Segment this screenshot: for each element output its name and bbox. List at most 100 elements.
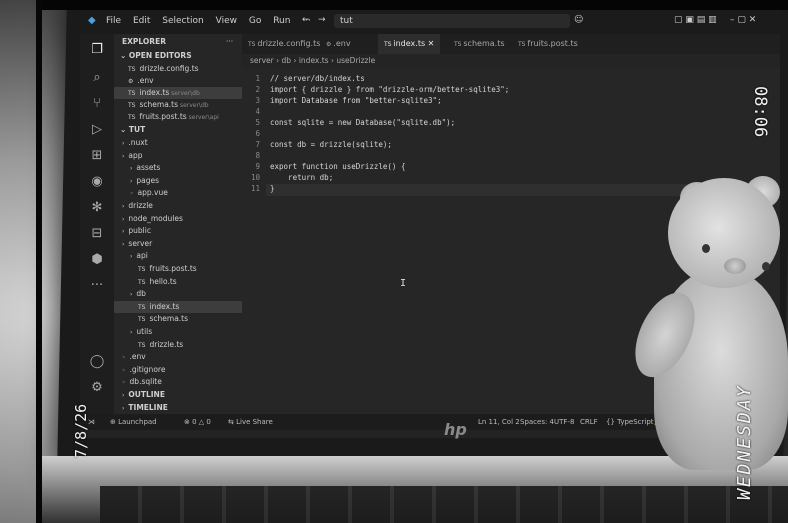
- tree-item[interactable]: › drizzle: [114, 200, 250, 212]
- language-label: TypeScript: [617, 418, 654, 426]
- search-icon[interactable]: ⌕: [89, 70, 105, 86]
- open-editor-name: .env: [137, 76, 154, 85]
- tree-item-name: .gitignore: [129, 364, 166, 374]
- tree-item[interactable]: › utils: [114, 326, 258, 338]
- open-editor-item[interactable]: TS schema.ts server\db: [114, 99, 256, 111]
- command-search-box[interactable]: tut: [334, 14, 570, 28]
- editor-tab[interactable]: ⚙ .env: [320, 34, 357, 54]
- gear-cog-icon[interactable]: ✻: [89, 200, 105, 216]
- extensions-icon[interactable]: ⊞: [89, 148, 105, 164]
- cursor-position[interactable]: Ln 11, Col 2: [478, 414, 520, 430]
- typescript-file-icon: TS: [518, 41, 528, 48]
- menu-bar: File Edit Selection View Go Run ···: [106, 16, 320, 26]
- explorer-files-icon[interactable]: ❐: [89, 42, 105, 58]
- back-arrow-icon[interactable]: ←: [302, 15, 310, 25]
- tree-item[interactable]: ◦ .gitignore: [114, 364, 250, 376]
- typescript-file-icon: TS: [128, 102, 136, 109]
- tree-item[interactable]: › server: [114, 238, 250, 250]
- teddy-bear-head: [668, 178, 780, 288]
- tree-item-name: app.vue: [137, 188, 168, 198]
- tree-item[interactable]: › node_modules: [114, 213, 250, 225]
- line-ending[interactable]: CRLF: [580, 414, 598, 430]
- source-control-icon[interactable]: ⑂: [89, 96, 105, 112]
- tree-item[interactable]: › db: [114, 288, 258, 300]
- errors-count: 0: [192, 418, 197, 426]
- file-icon: TS: [138, 341, 146, 349]
- tree-item[interactable]: ◦ .env: [114, 351, 250, 363]
- typescript-file-icon: TS: [384, 41, 394, 48]
- tree-item-name: server: [128, 238, 153, 248]
- open-editor-path: server\db: [169, 90, 200, 97]
- open-editor-item[interactable]: TS drizzle.config.ts: [114, 63, 256, 75]
- copilot-icon[interactable]: ☺: [574, 15, 583, 25]
- menu-run[interactable]: Run: [273, 16, 290, 26]
- code-line: export function useDrizzle() {: [270, 162, 406, 171]
- blackbox-icon[interactable]: ⬢: [89, 252, 105, 268]
- tree-item[interactable]: › app: [114, 150, 250, 162]
- github-icon[interactable]: ◉: [89, 174, 105, 190]
- folder-chevron-icon: ›: [130, 291, 133, 299]
- project-title: TUT: [128, 125, 146, 134]
- line-number: 8: [255, 151, 260, 160]
- tree-item[interactable]: ◦ app.vue: [114, 187, 258, 199]
- sidebar-section-header[interactable]: › OUTLINE: [114, 389, 250, 401]
- live-share-item[interactable]: ⇆ Live Share: [228, 414, 273, 430]
- breadcrumb-3[interactable]: useDrizzle: [336, 56, 375, 65]
- editor-tab[interactable]: TS fruits.post.ts: [512, 34, 584, 54]
- tree-item[interactable]: › pages: [114, 175, 258, 187]
- menu-go[interactable]: Go: [249, 16, 261, 26]
- open-editor-name: schema.ts: [139, 100, 179, 109]
- editor-tab[interactable]: TS schema.ts: [448, 34, 511, 54]
- account-icon[interactable]: ◯: [89, 354, 105, 370]
- layout-panels-icon[interactable]: ▢ ▣ ▤ ▥: [674, 15, 717, 25]
- keyboard: [100, 486, 788, 523]
- explorer-more-icon[interactable]: ···: [226, 36, 240, 48]
- window-controls-icon[interactable]: – ▢ ✕: [730, 15, 756, 25]
- editor-tab[interactable]: TS drizzle.config.ts: [242, 34, 326, 54]
- open-editors-header[interactable]: ⌄ OPEN EDITORS: [120, 50, 248, 62]
- section-chevron-icon: ›: [122, 404, 125, 412]
- menu-file[interactable]: File: [106, 16, 121, 26]
- tree-item-name: .nuxt: [128, 138, 148, 147]
- menu-selection[interactable]: Selection: [162, 16, 203, 26]
- breadcrumb-2[interactable]: index.ts: [299, 56, 329, 65]
- tree-item-name: utils: [136, 327, 153, 336]
- settings-icon[interactable]: ⚙: [89, 380, 105, 396]
- problems-item[interactable]: ⊗ 0 △ 0: [184, 414, 211, 430]
- launchpad-item[interactable]: ⊕ Launchpad: [110, 414, 157, 430]
- tree-item-name: drizzle: [128, 201, 153, 210]
- language-mode[interactable]: {} TypeScript: [606, 414, 654, 430]
- editor-tab[interactable]: TS index.ts ✕: [378, 34, 441, 54]
- encoding[interactable]: UTF-8: [554, 414, 574, 430]
- open-editor-item[interactable]: ⚙ .env: [114, 75, 256, 87]
- menu-view[interactable]: View: [216, 16, 237, 26]
- folder-chevron-icon: ›: [122, 228, 125, 236]
- forward-arrow-icon[interactable]: →: [318, 15, 326, 25]
- tree-item-name: schema.ts: [149, 314, 189, 324]
- menu-edit[interactable]: Edit: [133, 16, 150, 26]
- open-editor-item[interactable]: TS index.ts server\db: [114, 87, 256, 99]
- tree-item[interactable]: ◦ db.sqlite: [114, 376, 250, 388]
- tree-item[interactable]: › api: [114, 250, 258, 262]
- run-debug-icon[interactable]: ▷: [89, 122, 105, 138]
- folder-chevron-icon: ›: [130, 165, 133, 173]
- tree-item-name: db.sqlite: [129, 377, 162, 387]
- bookmark-icon[interactable]: ⊟: [89, 226, 105, 242]
- project-header[interactable]: ⌄ TUT: [120, 124, 248, 136]
- tree-item[interactable]: › assets: [114, 162, 258, 174]
- typescript-file-icon: TS: [454, 41, 464, 48]
- hp-logo: hp: [444, 420, 467, 439]
- more-icon[interactable]: ···: [89, 278, 105, 294]
- sidebar-section-header[interactable]: › TIMELINE: [114, 402, 250, 414]
- tree-item[interactable]: › .nuxt: [114, 137, 250, 149]
- close-icon[interactable]: ✕: [425, 39, 435, 48]
- indentation[interactable]: Spaces: 4: [520, 414, 554, 430]
- tree-item-name: assets: [136, 163, 161, 173]
- line-number: 5: [255, 118, 260, 127]
- tree-item[interactable]: › public: [114, 225, 250, 237]
- breadcrumb-0[interactable]: server: [250, 56, 274, 65]
- open-editor-name: drizzle.config.ts: [139, 64, 199, 73]
- open-editor-item[interactable]: TS fruits.post.ts server\api: [114, 111, 256, 123]
- editor-tab-label: fruits.post.ts: [527, 39, 578, 48]
- breadcrumb-1[interactable]: db: [282, 56, 292, 65]
